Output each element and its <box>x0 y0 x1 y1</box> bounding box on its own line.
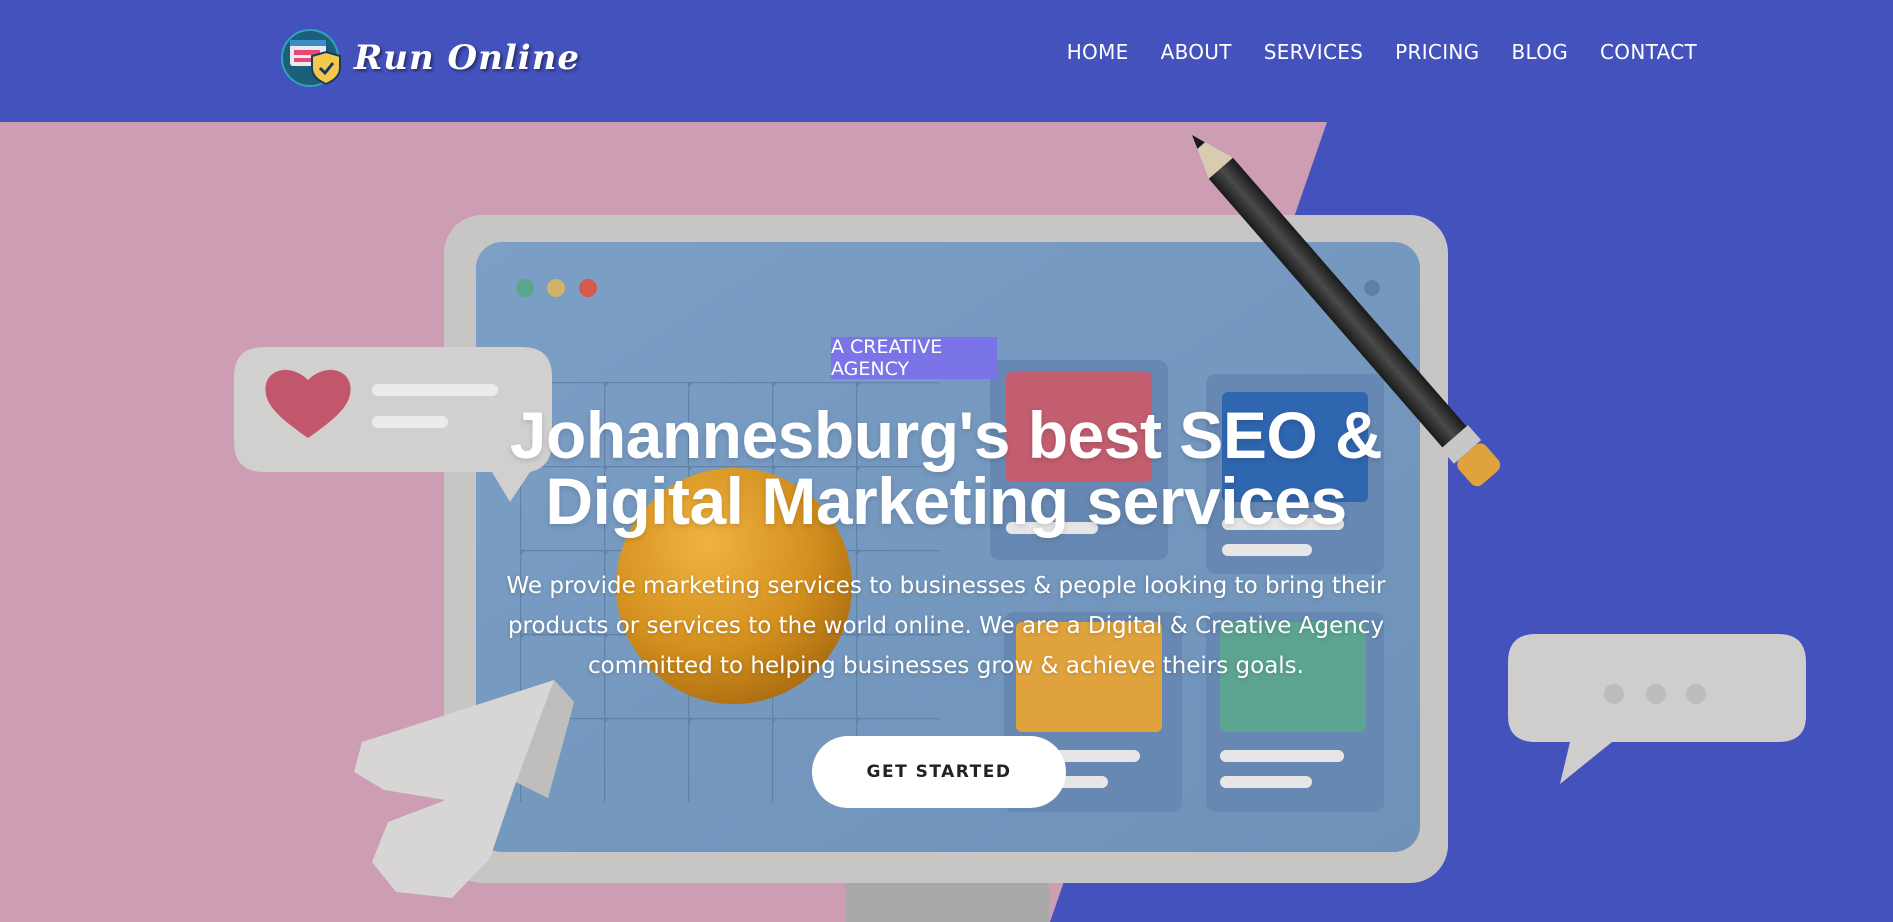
get-started-button[interactable]: GET STARTED <box>812 736 1066 808</box>
hero-description-line-1: We provide marketing services to busines… <box>506 573 1386 599</box>
main-nav: HOME ABOUT SERVICES PRICING BLOG CONTACT <box>1067 40 1697 64</box>
hero-description-line-3: committed to helping businesses grow & a… <box>588 653 1304 679</box>
hero-headline-line-1: Johannesburg's best SEO & <box>509 398 1383 472</box>
nav-item-contact[interactable]: CONTACT <box>1600 40 1697 64</box>
nav-item-blog[interactable]: BLOG <box>1511 40 1568 64</box>
hero-content: A CREATIVE AGENCY Johannesburg's best SE… <box>0 122 1893 922</box>
hero-badge: A CREATIVE AGENCY <box>831 336 997 380</box>
hero-headline-line-2: Digital Marketing services <box>545 464 1347 538</box>
hero-headline: Johannesburg's best SEO & Digital Market… <box>440 402 1452 534</box>
nav-item-home[interactable]: HOME <box>1067 40 1129 64</box>
hero-description: We provide marketing services to busines… <box>476 566 1416 686</box>
brand-name: Run Online <box>354 38 581 78</box>
hero-description-line-2: products or services to the world online… <box>507 613 1385 639</box>
browser-shield-icon <box>280 28 346 88</box>
nav-item-about[interactable]: ABOUT <box>1161 40 1232 64</box>
nav-item-services[interactable]: SERVICES <box>1264 40 1363 64</box>
nav-item-pricing[interactable]: PRICING <box>1395 40 1479 64</box>
top-navbar: Run Online HOME ABOUT SERVICES PRICING B… <box>0 0 1893 122</box>
brand-logo-link[interactable]: Run Online <box>280 26 580 90</box>
hero-section: A CREATIVE AGENCY Johannesburg's best SE… <box>0 122 1893 922</box>
